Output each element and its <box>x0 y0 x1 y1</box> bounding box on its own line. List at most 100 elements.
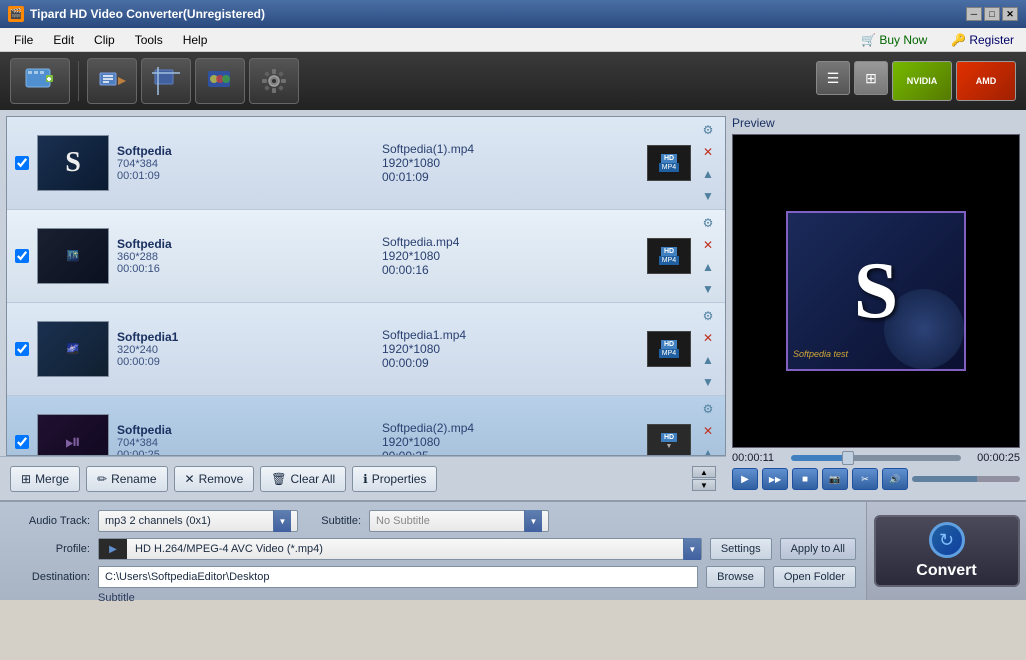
effect-button[interactable] <box>195 58 245 104</box>
file-checkbox-2[interactable] <box>15 249 29 263</box>
app-title: Tipard HD Video Converter(Unregistered) <box>30 7 966 21</box>
file-down-button-1[interactable]: ▼ <box>699 187 717 205</box>
add-video-button[interactable] <box>10 58 70 104</box>
main-content: S Softpedia 704*384 00:01:09 Softpedia(1… <box>0 110 1026 500</box>
seek-slider[interactable] <box>791 455 961 461</box>
file-info-1: Softpedia 704*384 00:01:09 <box>117 144 374 182</box>
table-row[interactable]: 🌌 Softpedia1 320*240 00:00:09 Softpedia1… <box>7 303 725 396</box>
edit-button[interactable] <box>87 58 137 104</box>
open-folder-button[interactable]: Open Folder <box>773 566 856 588</box>
file-list[interactable]: S Softpedia 704*384 00:01:09 Softpedia(1… <box>6 116 726 456</box>
table-row[interactable]: S Softpedia 704*384 00:01:09 Softpedia(1… <box>7 117 725 210</box>
grid-view-button[interactable]: ⊞ <box>854 61 888 95</box>
nvidia-label: NVIDIA <box>907 76 938 86</box>
file-up-button-2[interactable]: ▲ <box>699 258 717 276</box>
minimize-button[interactable]: ─ <box>966 7 982 21</box>
profile-label: Profile: <box>10 543 90 555</box>
table-row[interactable]: ⏯ Softpedia 704*384 00:00:25 Softpedia(2… <box>7 396 725 456</box>
stop-button[interactable]: ■ <box>792 468 818 490</box>
register-button[interactable]: 🔑 Register <box>943 31 1022 49</box>
file-info-2: Softpedia 360*288 00:00:16 <box>117 237 374 275</box>
file-time-4: 00:00:25 <box>117 449 374 456</box>
menu-tools[interactable]: Tools <box>125 31 173 49</box>
subtitle-select-arrow[interactable]: ▼ <box>524 510 542 532</box>
remove-label: Remove <box>199 472 244 486</box>
audio-track-select[interactable]: mp3 2 channels (0x1) ▼ <box>98 510 298 532</box>
browse-button[interactable]: Browse <box>706 566 765 588</box>
subtitle-label: Subtitle: <box>306 515 361 527</box>
output-time-2: 00:00:16 <box>382 263 639 277</box>
file-down-button-2[interactable]: ▼ <box>699 280 717 298</box>
menu-edit[interactable]: Edit <box>43 31 84 49</box>
preview-label: Preview <box>732 116 1020 130</box>
file-settings-button-3[interactable]: ⚙ <box>699 307 717 325</box>
file-checkbox-3[interactable] <box>15 342 29 356</box>
rename-button[interactable]: ✏ Rename <box>86 466 167 492</box>
buy-now-button[interactable]: 🛒 Buy Now <box>853 31 935 49</box>
clear-all-button[interactable]: 🗑 Clear All <box>260 466 346 492</box>
destination-input[interactable] <box>98 566 698 588</box>
restore-button[interactable]: □ <box>984 7 1000 21</box>
menu-clip[interactable]: Clip <box>84 31 125 49</box>
move-up-button[interactable]: ▲ <box>692 466 716 478</box>
file-thumbnail-3: 🌌 <box>37 321 109 377</box>
merge-button[interactable]: ⊞ Merge <box>10 466 80 492</box>
play-button[interactable]: ▶ <box>732 468 758 490</box>
subtitle-select[interactable]: No Subtitle ▼ <box>369 510 549 532</box>
file-up-button-4[interactable]: ▲ <box>699 444 717 456</box>
output-time-3: 00:00:09 <box>382 356 639 370</box>
settings-row-2: Profile: ▶ HD H.264/MPEG-4 AVC Video (*.… <box>10 538 856 560</box>
profile-select[interactable]: ▶ HD H.264/MPEG-4 AVC Video (*.mp4) ▼ <box>98 538 702 560</box>
file-checkbox-4[interactable] <box>15 435 29 449</box>
profile-select-arrow[interactable]: ▼ <box>683 538 701 560</box>
subtitle-value: No Subtitle <box>376 515 520 527</box>
volume-slider[interactable] <box>912 476 1020 482</box>
convert-button[interactable]: ↻ Convert <box>874 515 1020 587</box>
output-dims-4: 1920*1080 <box>382 435 639 449</box>
fast-forward-button[interactable]: ▶▶ <box>762 468 788 490</box>
crop-button[interactable] <box>141 58 191 104</box>
file-down-button-3[interactable]: ▼ <box>699 373 717 391</box>
file-up-button-3[interactable]: ▲ <box>699 351 717 369</box>
output-name-4: Softpedia(2).mp4 <box>382 421 639 435</box>
audio-select-arrow[interactable]: ▼ <box>273 510 291 532</box>
output-time-1: 00:01:09 <box>382 170 639 184</box>
close-button[interactable]: ✕ <box>1002 7 1018 21</box>
settings-button[interactable]: Settings <box>710 538 772 560</box>
settings-toolbar-button[interactable] <box>249 58 299 104</box>
file-up-button-1[interactable]: ▲ <box>699 165 717 183</box>
nvidia-button[interactable]: NVIDIA <box>892 61 952 101</box>
file-delete-button-4[interactable]: ✕ <box>699 422 717 440</box>
format-badge-3: HD MP4 <box>647 331 691 367</box>
file-output-3: Softpedia1.mp4 1920*1080 00:00:09 <box>382 328 639 370</box>
seek-thumb[interactable] <box>842 451 854 465</box>
remove-button[interactable]: ✕ Remove <box>174 466 255 492</box>
file-delete-button-1[interactable]: ✕ <box>699 143 717 161</box>
move-down-button[interactable]: ▼ <box>692 479 716 491</box>
file-name-4: Softpedia <box>117 423 374 437</box>
apply-all-button[interactable]: Apply to All <box>780 538 856 560</box>
file-actions-2: ⚙ ✕ ▲ ▼ <box>699 214 717 298</box>
file-settings-button-2[interactable]: ⚙ <box>699 214 717 232</box>
format-badge-4: HD ▼ <box>647 424 691 456</box>
menu-help[interactable]: Help <box>173 31 218 49</box>
file-delete-button-3[interactable]: ✕ <box>699 329 717 347</box>
list-view-button[interactable]: ☰ <box>816 61 850 95</box>
convert-label: Convert <box>916 562 976 580</box>
file-settings-button-4[interactable]: ⚙ <box>699 400 717 418</box>
amd-button[interactable]: AMD <box>956 61 1016 101</box>
file-checkbox-1[interactable] <box>15 156 29 170</box>
menu-file[interactable]: File <box>4 31 43 49</box>
file-thumbnail-4: ⏯ <box>37 414 109 456</box>
table-row[interactable]: 🌃 Softpedia 360*288 00:00:16 Softpedia.m… <box>7 210 725 303</box>
preview-panel: Preview S Softpedia test 00:00:11 00:00:… <box>726 110 1026 500</box>
file-settings-button-1[interactable]: ⚙ <box>699 121 717 139</box>
amd-label: AMD <box>976 76 997 86</box>
clip-button[interactable]: ✂ <box>852 468 878 490</box>
output-name-3: Softpedia1.mp4 <box>382 328 639 342</box>
volume-button[interactable]: 🔊 <box>882 468 908 490</box>
snapshot-button[interactable]: 📷 <box>822 468 848 490</box>
file-delete-button-2[interactable]: ✕ <box>699 236 717 254</box>
properties-button[interactable]: ℹ Properties <box>352 466 437 492</box>
output-dims-3: 1920*1080 <box>382 342 639 356</box>
